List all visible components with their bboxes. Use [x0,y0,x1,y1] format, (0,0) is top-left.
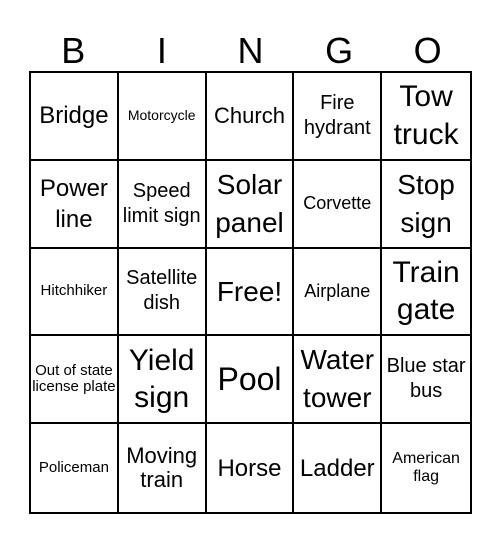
bingo-cell[interactable]: Stop sign [382,161,470,249]
bingo-header: B I N G O [29,30,472,72]
bingo-cell[interactable]: Pool [206,336,295,425]
bingo-cell[interactable]: Fire hydrant [294,73,383,161]
bingo-grid: Bridge Motorcycle Church Fire hydrant To… [29,71,472,514]
bingo-cell[interactable]: Solar panel [206,160,295,249]
bingo-cell[interactable]: Satellite dish [118,248,207,337]
bingo-cell[interactable]: Out of state license plate [31,336,119,425]
bingo-cell[interactable]: Moving train [119,424,207,512]
bingo-cell[interactable]: Church [206,73,295,161]
bingo-cell[interactable]: Hitchhiker [31,248,119,337]
header-letter-b: B [61,30,86,71]
header-letter-o: O [413,30,442,71]
bingo-cell[interactable]: Policeman [31,424,119,512]
bingo-cell[interactable]: Horse [207,424,295,512]
bingo-cell[interactable]: Bridge [31,73,119,161]
bingo-cell[interactable]: Yield sign [118,336,207,425]
bingo-cell[interactable]: Power line [31,160,119,249]
bingo-cell[interactable]: Water tower [294,336,383,425]
bingo-cell[interactable]: Corvette [294,160,383,249]
bingo-cell[interactable]: Speed limit sign [118,160,207,249]
bingo-cell[interactable]: Train gate [382,249,470,337]
header-letter-i: I [156,30,167,71]
bingo-cell[interactable]: American flag [382,424,470,512]
free-cell[interactable]: Free! [206,248,295,337]
header-letter-g: G [325,30,354,71]
bingo-cell[interactable]: Tow truck [382,73,470,161]
bingo-cell[interactable]: Ladder [294,424,383,512]
header-letter-n: N [237,30,264,71]
bingo-cell[interactable]: Blue star bus [382,336,470,425]
bingo-cell[interactable]: Airplane [294,248,383,337]
bingo-cell[interactable]: Motorcycle [118,73,207,161]
